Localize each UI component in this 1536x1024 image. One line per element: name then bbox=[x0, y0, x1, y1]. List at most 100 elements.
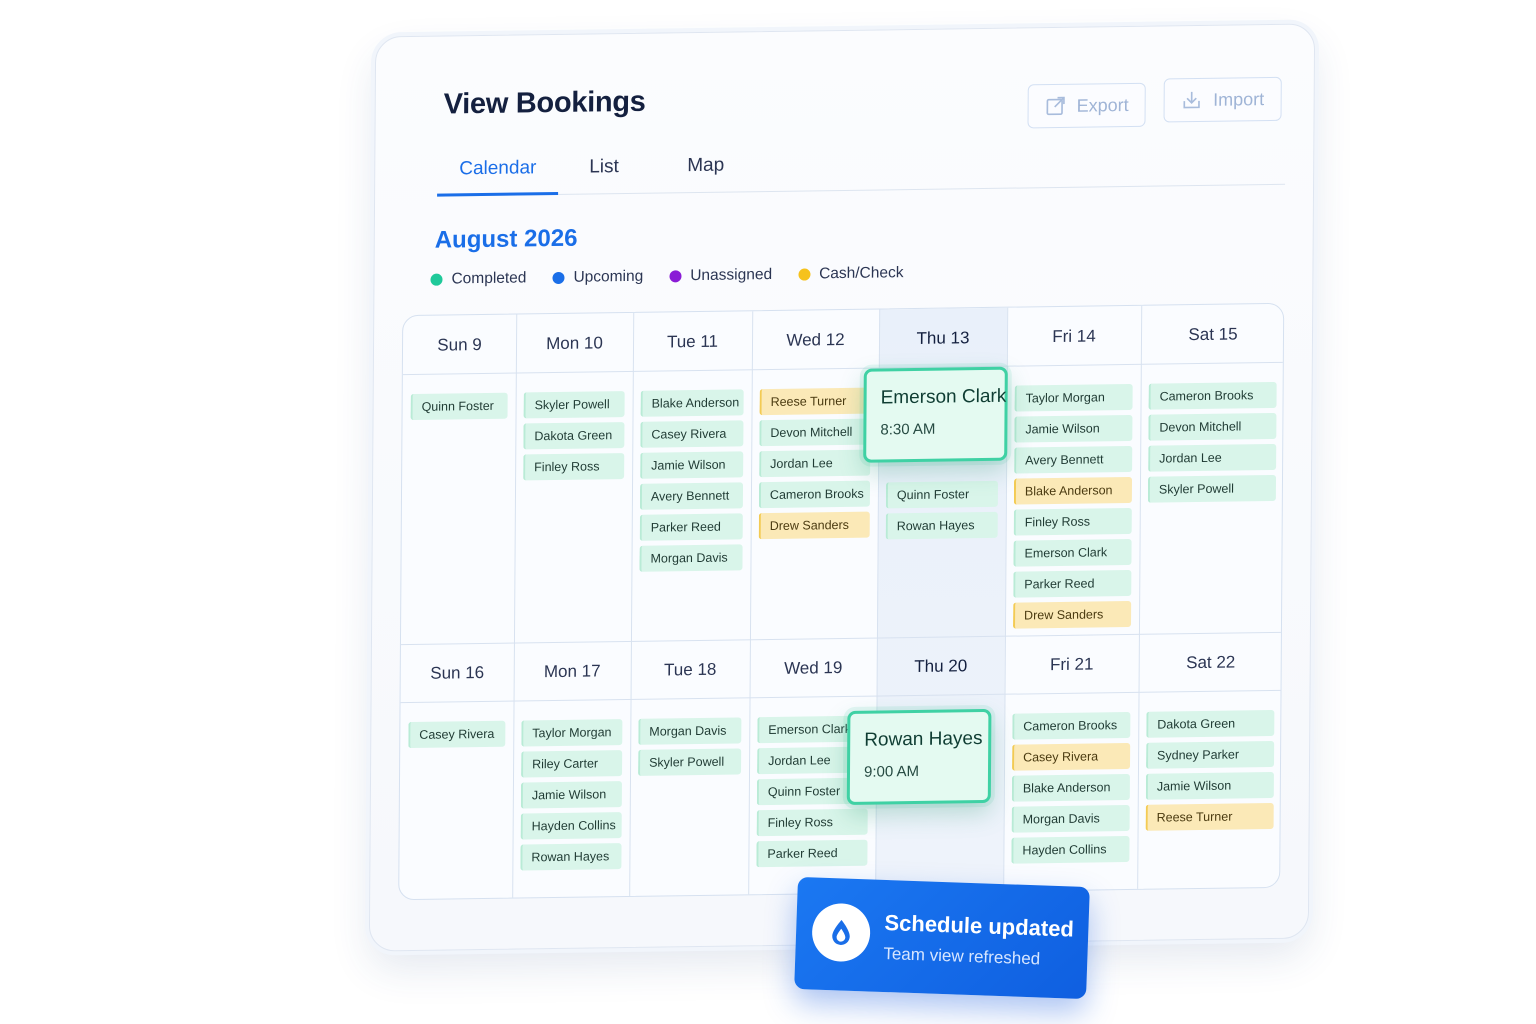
page-title: View Bookings bbox=[443, 85, 646, 121]
grid-column-divider bbox=[748, 311, 754, 897]
booking-chip[interactable]: Rowan Hayes bbox=[885, 511, 998, 540]
booking-chip[interactable]: Hayden Collins bbox=[520, 812, 622, 840]
toast-title: Schedule updated bbox=[884, 909, 1075, 942]
view-tabs: Calendar List Map bbox=[437, 144, 1286, 197]
booking-chip[interactable]: Quinn Foster bbox=[410, 392, 508, 421]
legend-label: Cash/Check bbox=[819, 264, 904, 283]
booking-chip[interactable]: Jamie Wilson bbox=[520, 781, 622, 809]
grid-row-divider bbox=[400, 689, 1283, 704]
booking-chip[interactable]: Jamie Wilson bbox=[640, 451, 744, 479]
booking-chip[interactable]: Rowan Hayes bbox=[520, 843, 622, 871]
booking-chip-cash[interactable]: Reese Turner bbox=[759, 387, 871, 416]
day-header[interactable]: Wed 19 bbox=[750, 658, 877, 680]
booking-chip-cash[interactable]: Casey Rivera bbox=[1012, 742, 1131, 771]
schedule-updated-toast[interactable]: Schedule updated Team view refreshed bbox=[794, 876, 1090, 1000]
booking-chip-cash[interactable]: Drew Sanders bbox=[758, 511, 870, 540]
toast-subtitle: Team view refreshed bbox=[883, 943, 1041, 969]
booking-chip[interactable]: Skyler Powell bbox=[638, 748, 742, 776]
booking-chip[interactable]: Taylor Morgan bbox=[1014, 383, 1133, 412]
day-header[interactable]: Tue 18 bbox=[631, 659, 750, 681]
booking-chip[interactable]: Morgan Davis bbox=[638, 717, 742, 745]
booking-chip[interactable]: Cameron Brooks bbox=[1148, 381, 1277, 410]
cash-dot-icon bbox=[798, 268, 811, 281]
legend-label: Completed bbox=[451, 269, 527, 288]
status-legend: Completed Upcoming Unassigned Cash/Check bbox=[430, 264, 904, 289]
booking-chip[interactable]: Dakota Green bbox=[1146, 709, 1275, 738]
legend-label: Upcoming bbox=[573, 267, 644, 286]
legend-label: Unassigned bbox=[690, 265, 773, 285]
day-header[interactable]: Thu 13 bbox=[879, 328, 1007, 350]
booking-chip-cash[interactable]: Reese Turner bbox=[1145, 802, 1274, 831]
booking-chip[interactable]: Dakota Green bbox=[523, 422, 625, 450]
booking-chip[interactable]: Emerson Clark bbox=[1013, 538, 1132, 567]
calendar-grid: Sun 9 Quinn Foster Mon 10 Skyler Powell Dako… bbox=[398, 302, 1285, 901]
export-button[interactable]: Export bbox=[1027, 82, 1146, 129]
booking-chip-cash[interactable]: Drew Sanders bbox=[1012, 600, 1132, 629]
booking-chip[interactable]: Finley Ross bbox=[756, 808, 868, 837]
booking-chip[interactable]: Jordan Lee bbox=[1148, 443, 1277, 472]
booking-chip[interactable]: Devon Mitchell bbox=[759, 418, 871, 447]
booking-chip[interactable]: Finley Ross bbox=[1013, 507, 1132, 536]
day-header[interactable]: Mon 10 bbox=[516, 333, 633, 355]
unassigned-dot-icon bbox=[669, 270, 682, 283]
grid-column-divider bbox=[512, 314, 518, 900]
day-header[interactable]: Sat 22 bbox=[1139, 652, 1283, 674]
booking-chip[interactable]: Parker Reed bbox=[1013, 569, 1132, 598]
day-header[interactable]: Sun 9 bbox=[403, 335, 516, 357]
day-header[interactable]: Thu 20 bbox=[877, 656, 1005, 678]
booking-customer-name: Rowan Hayes bbox=[864, 728, 983, 751]
import-icon bbox=[1183, 91, 1201, 109]
booking-time: 8:30 AM bbox=[880, 420, 936, 439]
booking-chip[interactable]: Jordan Lee bbox=[759, 449, 871, 478]
day-header[interactable]: Fri 21 bbox=[1005, 654, 1139, 676]
booking-chip[interactable]: Finley Ross bbox=[523, 453, 625, 481]
booking-chip[interactable]: Blake Anderson bbox=[1011, 773, 1130, 802]
booking-detail-card[interactable]: Emerson Clark 8:30 AM bbox=[863, 366, 1008, 463]
booking-chip[interactable]: Sydney Parker bbox=[1145, 740, 1275, 769]
booking-chip[interactable]: Skyler Powell bbox=[523, 391, 625, 419]
booking-chip[interactable]: Taylor Morgan bbox=[521, 719, 623, 747]
booking-chip[interactable]: Parker Reed bbox=[639, 513, 743, 541]
day-header[interactable]: Sun 16 bbox=[401, 663, 514, 685]
import-button[interactable]: Import bbox=[1163, 76, 1282, 123]
day-header[interactable]: Tue 11 bbox=[633, 331, 752, 353]
tab-list[interactable]: List bbox=[567, 154, 641, 193]
booking-chip[interactable]: Jamie Wilson bbox=[1014, 414, 1133, 443]
booking-chip[interactable]: Devon Mitchell bbox=[1148, 412, 1277, 441]
legend-upcoming: Upcoming bbox=[552, 268, 643, 287]
booking-chip[interactable]: Casey Rivera bbox=[640, 420, 744, 448]
export-icon bbox=[1046, 96, 1065, 116]
month-title: August 2026 bbox=[434, 224, 578, 254]
legend-completed: Completed bbox=[430, 269, 527, 288]
booking-chip[interactable]: Morgan Davis bbox=[639, 544, 743, 572]
day-header[interactable]: Wed 12 bbox=[752, 329, 879, 351]
booking-detail-card[interactable]: Rowan Hayes 9:00 AM bbox=[846, 708, 992, 805]
booking-chip[interactable]: Skyler Powell bbox=[1147, 474, 1277, 503]
booking-chip[interactable]: Avery Bennett bbox=[1014, 445, 1133, 474]
grid-row-divider bbox=[400, 631, 1283, 646]
booking-chip[interactable]: Riley Carter bbox=[521, 750, 623, 778]
import-label: Import bbox=[1213, 88, 1265, 110]
upcoming-dot-icon bbox=[552, 271, 565, 285]
day-header[interactable]: Mon 17 bbox=[514, 661, 631, 683]
tab-calendar[interactable]: Calendar bbox=[437, 154, 559, 197]
booking-chip[interactable]: Cameron Brooks bbox=[1012, 711, 1131, 740]
booking-chip-cash[interactable]: Blake Anderson bbox=[1013, 476, 1133, 505]
booking-chip[interactable]: Quinn Foster bbox=[885, 480, 999, 509]
grid-column-divider bbox=[629, 312, 635, 898]
booking-chip[interactable]: Avery Bennett bbox=[639, 482, 744, 510]
booking-chip[interactable]: Morgan Davis bbox=[1011, 804, 1130, 833]
booking-chip[interactable]: Casey Rivera bbox=[408, 720, 506, 749]
booking-chip[interactable]: Jamie Wilson bbox=[1145, 771, 1274, 800]
day-header[interactable]: Fri 14 bbox=[1007, 326, 1141, 348]
booking-chip[interactable]: Hayden Collins bbox=[1011, 835, 1130, 864]
booking-chip[interactable]: Blake Anderson bbox=[640, 389, 744, 417]
grid-column-divider bbox=[1137, 305, 1143, 891]
completed-dot-icon bbox=[430, 273, 443, 286]
booking-chip[interactable]: Parker Reed bbox=[756, 839, 868, 868]
booking-chip[interactable]: Cameron Brooks bbox=[758, 480, 871, 509]
legend-cash-check: Cash/Check bbox=[798, 264, 904, 283]
day-header[interactable]: Sat 15 bbox=[1141, 324, 1284, 346]
tab-map[interactable]: Map bbox=[665, 152, 746, 191]
booking-customer-name: Emerson Clark bbox=[880, 385, 1007, 409]
